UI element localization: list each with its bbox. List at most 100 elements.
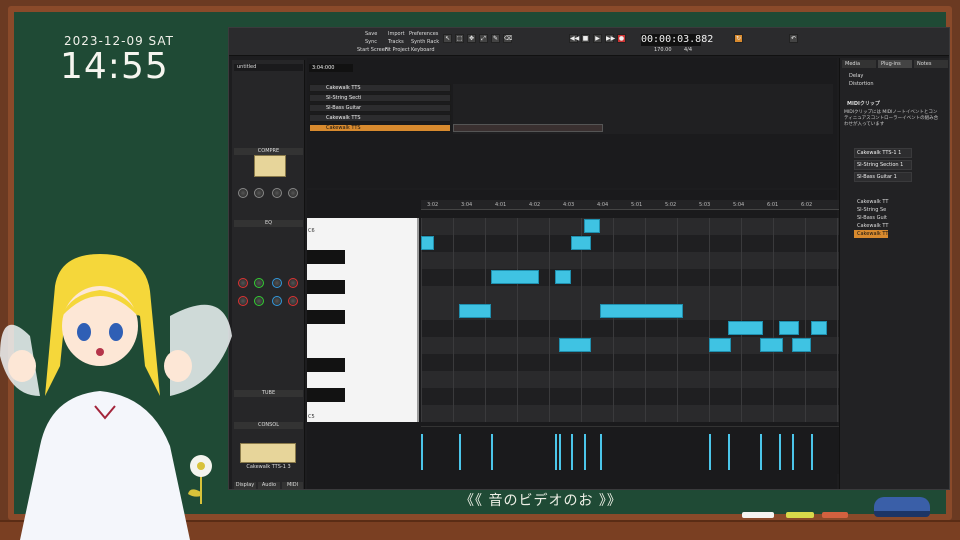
start-screen-button[interactable]: Start Screen [357,47,388,55]
console-strip[interactable]: SI-String Section 1 [854,160,912,170]
velocity-bar[interactable] [779,434,782,470]
velocity-bar[interactable] [709,434,711,470]
midi-note[interactable] [792,338,812,352]
midi-note[interactable] [600,304,684,318]
beat-line [741,218,742,422]
midi-note[interactable] [459,304,492,318]
keyboard-button[interactable]: Keyboard [411,47,435,55]
compressor-input-knob[interactable] [238,188,248,198]
compressor-header[interactable]: COMPRE [234,148,303,155]
now-time[interactable]: 3:04:000 [309,64,353,72]
mini-track[interactable]: Cakewalk TT [854,222,888,230]
record-icon[interactable]: ● [617,34,626,43]
select-tool-icon[interactable]: ⬚ [455,34,464,43]
save-button[interactable]: Save [365,31,377,39]
tab-display[interactable]: Display [234,482,256,489]
ruler-label: 6:02 [801,202,813,208]
track-row[interactable]: SI-String Secti [309,94,451,102]
midi-note[interactable] [760,338,783,352]
velocity-bar[interactable] [555,434,558,470]
play-icon[interactable]: ▶ [593,34,602,43]
tab-media[interactable]: Media [842,60,876,68]
midi-note[interactable] [584,219,601,233]
midi-note[interactable] [555,270,572,284]
import-button[interactable]: Import [388,31,405,39]
eq-highmid-gain-knob[interactable] [272,296,282,306]
tab-midi[interactable]: MIDI [282,482,303,489]
preferences-button[interactable]: Preferences [409,31,438,39]
mini-track[interactable]: SI-Bass Guit [854,214,887,222]
plugin-item-delay[interactable]: Delay [846,72,863,80]
midi-note[interactable] [779,321,799,335]
track-view: 3:04:000 Cakewalk TTS SI-String Secti SI… [307,58,837,188]
loop-icon[interactable]: ↻ [734,34,743,43]
velocity-bar[interactable] [558,434,561,470]
console-strip[interactable]: SI-Bass Guitar 1 [854,172,912,182]
midi-note[interactable] [709,338,732,352]
eq-header[interactable]: EQ [234,220,303,227]
eq-lowmid-gain-knob[interactable] [254,296,264,306]
eq-high-gain-knob[interactable] [288,296,298,306]
compressor-release-knob[interactable] [272,188,282,198]
midi-note[interactable] [421,236,434,250]
velocity-bar[interactable] [491,434,494,470]
midi-clip[interactable] [453,124,603,132]
console-strip[interactable]: Cakewalk TTS-1 1 [854,148,912,158]
tracks-button[interactable]: Tracks [388,39,404,47]
time-display: 00:00:03.882 [641,34,714,46]
tab-notes[interactable]: Notes [914,60,948,68]
velocity-bar[interactable] [600,434,603,470]
velocity-bar[interactable] [760,434,763,470]
erase-tool-icon[interactable]: ⌫ [503,34,512,43]
time-ruler[interactable]: 3:02 3:04 4:01 4:02 4:03 4:04 5:01 5:02 5:03 5:04… [421,200,840,210]
draw-tool-icon[interactable]: ✎ [491,34,500,43]
velocity-bar[interactable] [811,434,814,470]
stop-icon[interactable]: ■ [581,34,590,43]
console-header[interactable]: CONSOL [234,422,303,429]
mini-track[interactable]: SI-String Se [854,206,886,214]
track-row-selected[interactable]: Cakewalk TTS [309,124,451,132]
fast-forward-icon[interactable]: ▶▶ [605,34,615,43]
tab-audio[interactable]: Audio [258,482,280,489]
eq-high-knob[interactable] [288,278,298,288]
track-name: SI-Bass Guitar [326,105,362,111]
eq-low-knob[interactable] [238,278,248,288]
midi-note[interactable] [811,321,828,335]
velocity-bar[interactable] [728,434,731,470]
synth-rack-button[interactable]: Synth Rack [411,39,439,47]
piano-keyboard[interactable]: C6 C5 [307,218,419,422]
eq-highmid-knob[interactable] [272,278,282,288]
tempo-display[interactable]: 170.00 [654,47,672,53]
rewind-icon[interactable]: ◀◀ [569,34,579,43]
velocity-bar[interactable] [792,434,795,470]
velocity-bar[interactable] [421,434,423,470]
track-row[interactable]: Cakewalk TTS [309,84,451,92]
plugin-item-distortion[interactable]: Distortion [846,80,874,88]
smart-tool-icon[interactable]: ↖ [443,34,452,43]
mini-track-selected[interactable]: Cakewalk TT [854,230,889,238]
meter-display[interactable]: 4/4 [684,47,692,55]
compressor-attack-knob[interactable] [254,188,264,198]
track-row[interactable]: Cakewalk TTS [309,114,451,122]
fit-project-button[interactable]: Fit Project [385,47,410,55]
velocity-bar[interactable] [584,434,587,470]
mini-track[interactable]: Cakewalk TT [854,198,888,206]
sync-button[interactable]: Sync [365,39,377,47]
undo-icon[interactable]: ↶ [789,34,798,43]
track-row[interactable]: SI-Bass Guitar [309,104,451,112]
eq-lowmid-knob[interactable] [254,278,264,288]
velocity-bar[interactable] [571,434,574,470]
note-grid[interactable] [421,218,840,422]
velocity-pane[interactable] [421,426,840,474]
move-tool-icon[interactable]: ✥ [467,34,476,43]
midi-note[interactable] [558,338,591,352]
tab-plugins[interactable]: Plug-ins [878,60,912,68]
velocity-bar[interactable] [459,434,462,470]
midi-note[interactable] [728,321,764,335]
midi-note[interactable] [491,270,540,284]
tube-header[interactable]: TUBE [234,390,303,397]
midi-note[interactable] [571,236,591,250]
compressor-output-knob[interactable] [288,188,298,198]
edit-tool-icon[interactable]: ⤢ [479,34,488,43]
eq-low-gain-knob[interactable] [238,296,248,306]
